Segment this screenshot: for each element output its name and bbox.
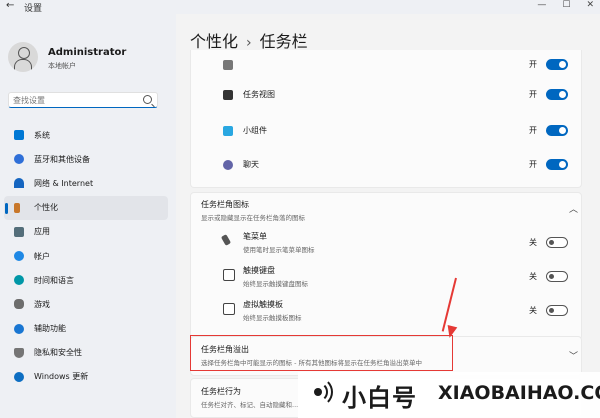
breadcrumb: 个性化 › 任务栏 <box>190 28 308 52</box>
corner-item-sub: 始终显示触摸键盘图标 <box>243 280 308 288</box>
touchpad-icon <box>223 303 235 315</box>
chevron-right-icon: › <box>246 35 252 51</box>
update-icon <box>14 371 24 382</box>
sidebar-item-label: 辅助功能 <box>34 324 66 334</box>
search-icon <box>143 95 152 104</box>
minimize-icon[interactable]: — <box>537 0 546 10</box>
page-title: 任务栏 <box>259 32 308 51</box>
sidebar-item-label: 游戏 <box>34 299 50 309</box>
task-view-toggle[interactable] <box>546 89 568 100</box>
sidebar-item-accessibility[interactable]: 辅助功能 <box>4 317 168 341</box>
sidebar-item-network[interactable]: 网络 & Internet <box>4 171 168 195</box>
toggle-state: 开 <box>529 160 537 169</box>
pen-icon <box>220 234 232 246</box>
search-icon <box>223 60 233 70</box>
sidebar-item-label: 个性化 <box>34 203 58 213</box>
touch-keyboard-toggle[interactable] <box>546 271 568 282</box>
sidebar-item-windows-update[interactable]: Windows 更新 <box>4 365 168 389</box>
brand-name-cn: 小白号 <box>342 384 417 412</box>
chevron-up-icon[interactable]: ︿ <box>569 202 578 215</box>
taskbar-item-label: 聊天 <box>243 160 259 169</box>
section-title: 任务栏行为 <box>201 387 241 396</box>
sidebar-item-label: 网络 & Internet <box>34 178 94 188</box>
pen-menu-toggle[interactable] <box>546 237 568 248</box>
chat-icon <box>223 160 233 170</box>
chat-toggle[interactable] <box>546 159 568 170</box>
corner-item-sub: 使用笔时显示笔菜单图标 <box>243 246 315 254</box>
corner-item-label: 笔菜单 <box>243 232 267 241</box>
user-account-type: 本地帐户 <box>48 62 76 70</box>
window-title: 设置 <box>24 4 43 14</box>
sidebar-item-time-language[interactable]: 时间和语言 <box>4 268 168 292</box>
widgets-icon <box>223 126 233 136</box>
window-controls: — ☐ ✕ <box>537 0 594 10</box>
corner-item-sub: 始终显示触摸板图标 <box>243 314 302 322</box>
taskbar-item-label: 任务视图 <box>243 90 275 99</box>
sidebar-item-bluetooth[interactable]: 蓝牙和其他设备 <box>4 147 168 171</box>
sidebar-item-label: 蓝牙和其他设备 <box>34 154 90 164</box>
sidebar: Administrator 本地帐户 系统 蓝牙和其他设备 网络 & Inter… <box>0 14 176 418</box>
corner-icons-card: 任务栏角图标 显示或隐藏显示在任务栏角落的图标 ︿ 笔菜单 使用笔时显示笔菜单图… <box>190 192 582 340</box>
corner-item-label: 虚拟触摸板 <box>243 300 283 309</box>
shield-icon <box>14 347 24 358</box>
sidebar-item-gaming[interactable]: 游戏 <box>4 292 168 316</box>
search-box[interactable] <box>8 92 158 108</box>
sidebar-item-label: 隐私和安全性 <box>34 348 82 358</box>
section-subtitle: 任务栏对齐、标记、自动隐藏和... <box>201 401 299 409</box>
search-input[interactable] <box>13 94 133 106</box>
sidebar-nav: 系统 蓝牙和其他设备 网络 & Internet 个性化 应用 帐户 时间和语言 <box>4 123 168 389</box>
corner-item-label: 触摸键盘 <box>243 266 275 275</box>
search-toggle[interactable] <box>546 59 568 70</box>
virtual-touchpad-toggle[interactable] <box>546 305 568 316</box>
sidebar-item-label: 应用 <box>34 227 50 237</box>
sidebar-item-personalization[interactable]: 个性化 <box>4 195 168 220</box>
apps-icon <box>14 226 24 237</box>
globe-clock-icon <box>14 275 24 286</box>
broadcast-logo-icon <box>314 377 333 407</box>
task-view-icon <box>223 90 233 100</box>
toggle-state: 开 <box>529 60 537 69</box>
title-bar: ← 设置 — ☐ ✕ <box>0 0 600 14</box>
sidebar-item-privacy[interactable]: 隐私和安全性 <box>4 341 168 365</box>
toggle-state: 关 <box>529 272 537 281</box>
sidebar-item-label: Windows 更新 <box>34 372 89 382</box>
gamepad-icon <box>14 299 24 310</box>
taskbar-items-card: 开 任务视图 开 小组件 开 聊天 开 <box>190 50 582 188</box>
bluetooth-icon <box>14 154 24 165</box>
close-icon[interactable]: ✕ <box>586 0 594 10</box>
sidebar-item-label: 系统 <box>34 130 50 140</box>
widgets-toggle[interactable] <box>546 125 568 136</box>
keyboard-icon <box>223 269 235 281</box>
taskbar-item-label: 小组件 <box>243 126 267 135</box>
maximize-icon[interactable]: ☐ <box>562 0 570 10</box>
toggle-state: 关 <box>529 306 537 315</box>
brand-name-en: XIAOBAIHAO.COM <box>438 382 600 404</box>
monitor-icon <box>14 130 24 141</box>
brand-watermark: 小白号 XIAOBAIHAO.COM <box>298 372 600 418</box>
breadcrumb-parent[interactable]: 个性化 <box>190 32 238 51</box>
sidebar-item-system[interactable]: 系统 <box>4 123 168 147</box>
back-arrow-icon[interactable]: ← <box>6 0 14 11</box>
avatar[interactable] <box>8 42 38 72</box>
toggle-state: 开 <box>529 90 537 99</box>
person-icon <box>14 251 24 262</box>
sidebar-item-apps[interactable]: 应用 <box>4 220 168 244</box>
chevron-down-icon[interactable]: ﹀ <box>569 349 578 362</box>
sidebar-item-label: 时间和语言 <box>34 275 74 285</box>
brush-icon <box>14 202 20 213</box>
sidebar-item-label: 帐户 <box>34 251 50 261</box>
toggle-state: 开 <box>529 126 537 135</box>
user-name: Administrator <box>48 47 127 58</box>
sidebar-item-accounts[interactable]: 帐户 <box>4 244 168 268</box>
annotation-highlight-box <box>190 335 453 371</box>
section-title: 任务栏角图标 <box>201 200 249 209</box>
wifi-icon <box>14 178 24 189</box>
toggle-state: 关 <box>529 238 537 247</box>
section-subtitle: 显示或隐藏显示在任务栏角落的图标 <box>201 214 305 222</box>
accessibility-icon <box>14 323 24 334</box>
